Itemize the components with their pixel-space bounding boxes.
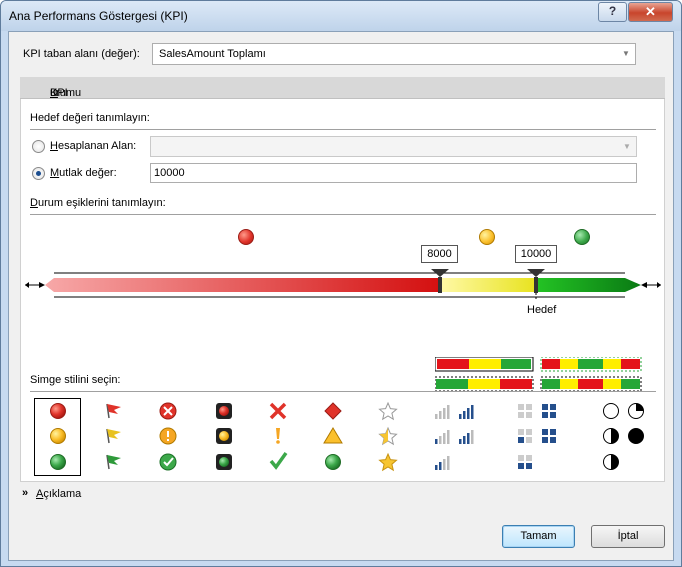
left-scroll-arrow-icon[interactable]	[25, 282, 45, 288]
yellow-exclamation-circle-icon	[159, 427, 177, 445]
bars-2-icon	[435, 456, 450, 470]
ok-button[interactable]: Tamam	[502, 525, 575, 548]
close-button[interactable]: ✕	[628, 2, 673, 22]
green-circle-icon	[50, 454, 66, 470]
green-check-circle-icon	[159, 453, 177, 471]
chevron-down-icon[interactable]: ▼	[621, 141, 633, 153]
bars-3-icon	[435, 430, 474, 444]
target-marker-label: Hedef	[527, 304, 557, 316]
full-star-icon	[378, 452, 398, 472]
boxes-4-icon	[518, 404, 556, 418]
pattern-red-yellow-green-red[interactable]	[540, 357, 642, 372]
pie-empty-icon	[603, 403, 644, 419]
window-title: Ana Performans Göstergesi (KPI)	[9, 9, 188, 23]
yellow-exclamation-icon	[276, 428, 280, 444]
title-bar: Ana Performans Göstergesi (KPI) ? ✕	[1, 1, 681, 31]
kpi-status-panel: Hedef değeri tanımlayın: Hesaplanan Alan…	[20, 99, 665, 482]
expand-chevron-icon[interactable]: »	[22, 487, 28, 499]
calculated-field-radio[interactable]	[32, 140, 45, 153]
kpi-base-dropdown[interactable]: SalesAmount Toplamı ▼	[152, 43, 636, 65]
target-group-label: Hedef değeri tanımlayın:	[30, 112, 150, 124]
absolute-value-radio[interactable]	[32, 167, 45, 180]
threshold-slider[interactable]	[21, 259, 666, 319]
separator	[30, 391, 656, 392]
yellow-circle-icon	[50, 428, 66, 444]
absolute-value-label: Mutlak değer:	[50, 167, 117, 179]
right-scroll-arrow-icon[interactable]	[641, 282, 661, 288]
chevron-down-icon[interactable]: ▼	[620, 48, 632, 60]
cancel-button[interactable]: İptal	[591, 525, 665, 548]
red-light-icon	[216, 403, 232, 419]
red-circle-icon	[50, 403, 66, 419]
yellow-light-icon	[216, 428, 232, 444]
green-flag-icon	[106, 454, 121, 470]
boxes-3-icon	[518, 429, 556, 443]
red-x-circle-icon	[159, 402, 177, 420]
yellow-flag-icon	[106, 428, 121, 444]
green-range-band	[535, 278, 641, 292]
help-button[interactable]: ?	[598, 2, 627, 22]
description-toggle[interactable]: Açıklama	[36, 488, 81, 500]
kpi-dialog-window: Ana Performans Göstergesi (KPI) ? ✕ KPI …	[0, 0, 682, 567]
separator	[30, 214, 656, 215]
red-x-icon	[269, 402, 287, 420]
absolute-value-input[interactable]: 10000	[150, 163, 637, 183]
calculated-field-label: Hesaplanan Alan:	[50, 140, 137, 152]
thresholds-group-label: Durum eşiklerini tanımlayın:	[30, 197, 166, 209]
calculated-field-dropdown[interactable]: ▼	[150, 136, 637, 157]
pattern-green-yellow-red-green[interactable]	[540, 376, 642, 392]
kpi-base-label: KPI taban alanı (değer):	[23, 48, 140, 60]
pattern-red-yellow-green[interactable]	[435, 357, 534, 372]
yellow-range-band	[439, 278, 535, 292]
green-circle-icon	[325, 454, 341, 470]
pie-full-icon	[603, 454, 619, 470]
separator	[30, 129, 656, 130]
red-flag-icon	[106, 403, 121, 419]
red-status-icon	[238, 229, 254, 245]
pattern-green-yellow-red[interactable]	[435, 376, 534, 392]
green-check-icon	[269, 451, 288, 470]
half-star-icon	[378, 426, 398, 446]
red-range-band	[45, 278, 439, 292]
icon-style-label: Simge stilini seçin:	[30, 374, 121, 386]
kpi-status-header: KPI Durumu	[20, 77, 665, 99]
pie-half-icon	[603, 428, 644, 444]
green-status-icon	[574, 229, 590, 245]
icon-set-grid[interactable]	[21, 395, 666, 481]
red-diamond-icon	[324, 402, 342, 420]
kpi-base-value: SalesAmount Toplamı	[159, 48, 266, 60]
green-light-icon	[216, 454, 232, 470]
boxes-1-icon	[518, 455, 532, 469]
yellow-triangle-icon	[323, 427, 343, 444]
bars-4-icon	[435, 405, 474, 419]
yellow-status-icon	[479, 229, 495, 245]
dialog-body: KPI taban alanı (değer): SalesAmount Top…	[8, 31, 674, 561]
color-pattern-presets[interactable]	[435, 357, 645, 393]
empty-star-icon	[378, 401, 398, 421]
